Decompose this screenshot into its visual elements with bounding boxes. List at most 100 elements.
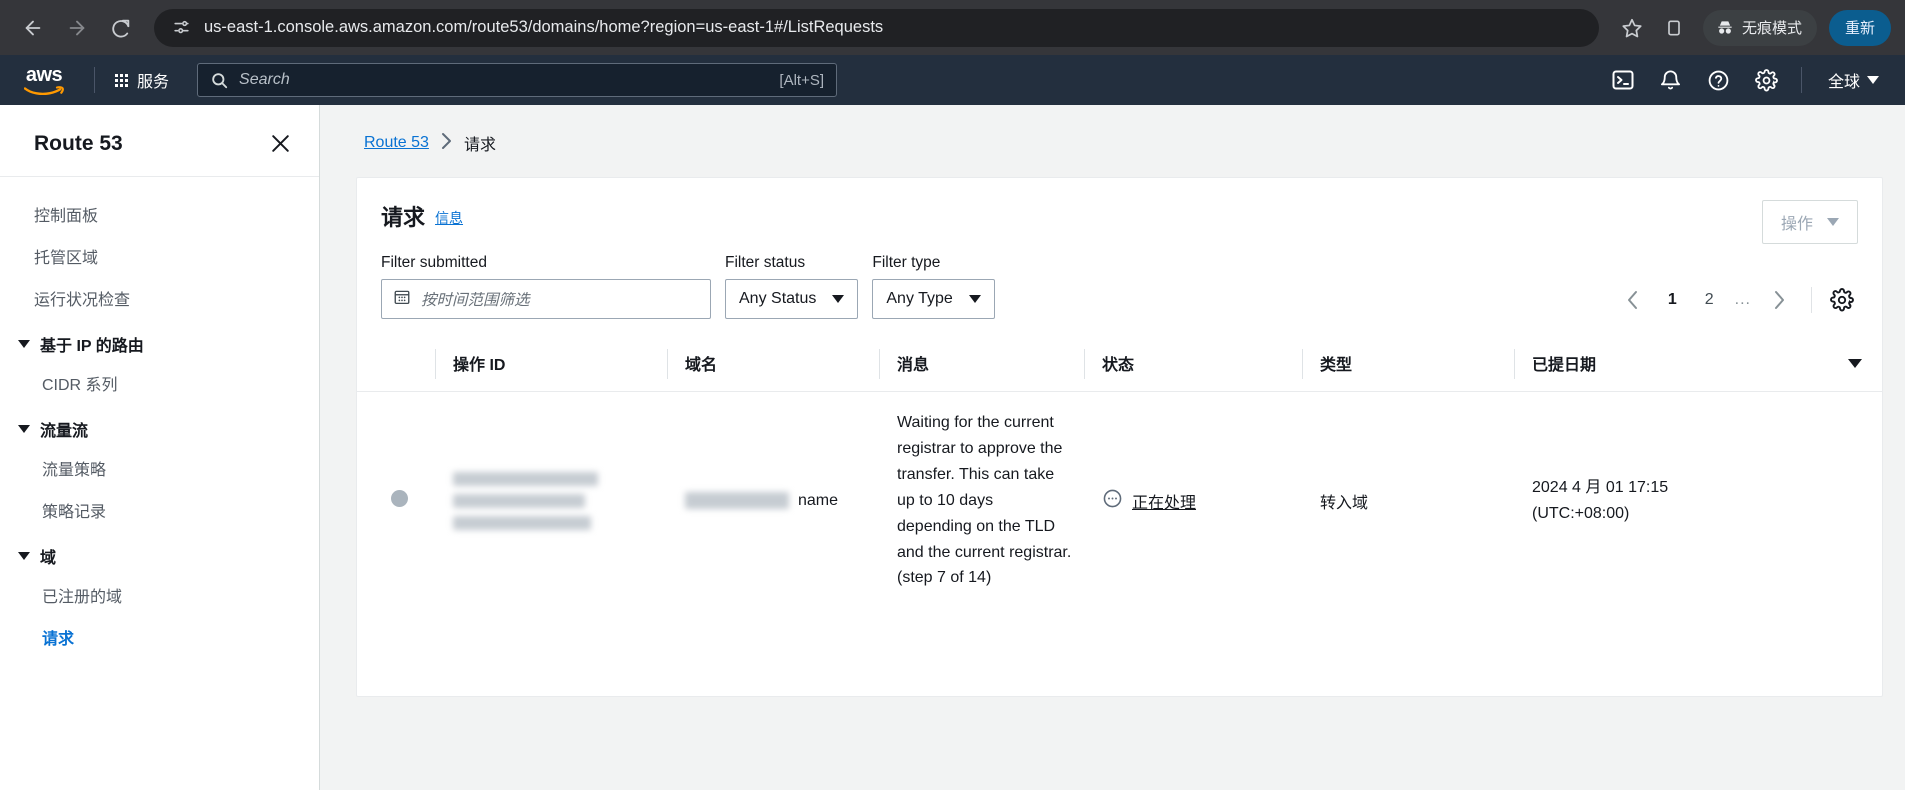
th-submitted-date-label: 已提日期 bbox=[1532, 357, 1597, 374]
panel-header: 请求 信息 操作 bbox=[357, 178, 1882, 244]
services-label: 服务 bbox=[137, 74, 170, 91]
sidebar-item-health-checks[interactable]: 运行状况检查 bbox=[0, 277, 319, 319]
th-type[interactable]: 类型 bbox=[1302, 337, 1514, 392]
route53-sidebar: Route 53 控制面板 托管区域 运行状况检查 基于 IP 的路由 CIDR… bbox=[0, 105, 320, 790]
aws-logo-text: aws bbox=[25, 63, 63, 86]
cloudshell-icon[interactable] bbox=[1601, 60, 1645, 100]
incognito-badge[interactable]: 无痕模式 bbox=[1702, 9, 1817, 46]
close-icon[interactable] bbox=[268, 131, 293, 156]
filter-status-value: Any Status bbox=[739, 290, 817, 307]
search-placeholder: Search bbox=[239, 71, 290, 88]
url-text: us-east-1.console.aws.amazon.com/route53… bbox=[204, 18, 884, 36]
table-preferences-gear-icon[interactable] bbox=[1826, 284, 1858, 316]
chevron-down-icon bbox=[968, 295, 981, 303]
table-header: 操作 ID 域名 消息 状态 类型 已提日期 bbox=[357, 337, 1882, 392]
aws-smile-icon bbox=[24, 85, 64, 95]
caret-down-icon bbox=[18, 552, 30, 560]
row-select-radio[interactable] bbox=[357, 392, 435, 610]
sidebar-group-label: 流量流 bbox=[40, 423, 89, 440]
radio-icon bbox=[390, 489, 408, 507]
browser-actions: 无痕模式 重新 bbox=[1613, 9, 1891, 47]
search-icon bbox=[210, 71, 229, 90]
pagination-prev-icon[interactable] bbox=[1615, 283, 1651, 317]
cell-type: 转入域 bbox=[1320, 494, 1369, 512]
header-divider bbox=[94, 67, 95, 93]
status-badge: 正在处理 bbox=[1132, 494, 1197, 512]
th-operation-id[interactable]: 操作 ID bbox=[435, 337, 667, 392]
page-body: Route 53 控制面板 托管区域 运行状况检查 基于 IP 的路由 CIDR… bbox=[0, 105, 1905, 790]
th-status[interactable]: 状态 bbox=[1084, 337, 1302, 392]
side-panel-icon[interactable] bbox=[1655, 9, 1693, 47]
region-label: 全球 bbox=[1827, 74, 1860, 91]
sidebar-item-registered-domains[interactable]: 已注册的域 bbox=[0, 574, 319, 616]
back-button[interactable] bbox=[14, 9, 52, 47]
filter-submitted-placeholder: 按时间范围筛选 bbox=[421, 292, 530, 309]
sort-descending-icon bbox=[1848, 358, 1862, 368]
breadcrumb-separator-icon bbox=[440, 132, 453, 155]
filter-submitted-input[interactable]: 按时间范围筛选 bbox=[381, 279, 711, 319]
sidebar-item-hosted-zones[interactable]: 托管区域 bbox=[0, 235, 319, 277]
incognito-label: 无痕模式 bbox=[1741, 20, 1802, 37]
search-shortcut: [Alt+S] bbox=[779, 71, 825, 89]
grid-icon bbox=[115, 73, 128, 87]
filter-type-select[interactable]: Any Type bbox=[872, 279, 995, 319]
cell-message: Waiting for the current registrar to app… bbox=[897, 414, 1072, 587]
bookmark-star-icon[interactable] bbox=[1613, 9, 1651, 47]
filter-type-label: Filter type bbox=[872, 254, 941, 271]
th-select bbox=[357, 337, 435, 392]
cell-submitted-date: 2024 4 月 01 17:15 (UTC:+08:00) bbox=[1514, 392, 1882, 610]
sidebar-group-ip-routing[interactable]: 基于 IP 的路由 bbox=[0, 319, 319, 362]
status-pending-icon bbox=[1102, 488, 1123, 514]
pagination-page-1[interactable]: 1 bbox=[1657, 286, 1688, 314]
page-title: 请求 bbox=[381, 205, 426, 230]
submitted-date-line1: 2024 4 月 01 17:15 bbox=[1532, 479, 1669, 497]
pagination: 1 2 ... bbox=[1615, 283, 1858, 319]
help-icon[interactable] bbox=[1697, 60, 1741, 100]
filter-submitted-label: Filter submitted bbox=[381, 254, 487, 271]
calendar-icon bbox=[393, 288, 411, 311]
forward-button[interactable] bbox=[58, 9, 96, 47]
browser-toolbar: us-east-1.console.aws.amazon.com/route53… bbox=[0, 0, 1905, 55]
notifications-bell-icon[interactable] bbox=[1649, 60, 1693, 100]
sidebar-group-domains[interactable]: 域 bbox=[0, 531, 319, 574]
header-divider-2 bbox=[1800, 67, 1802, 93]
th-submitted-date[interactable]: 已提日期 bbox=[1514, 337, 1882, 392]
sidebar-item-policy-records[interactable]: 策略记录 bbox=[0, 489, 319, 531]
reload-button[interactable] bbox=[102, 9, 140, 47]
sidebar-nav: 控制面板 托管区域 运行状况检查 基于 IP 的路由 CIDR 系列 流量流 流… bbox=[0, 177, 319, 658]
filter-type-value: Any Type bbox=[886, 290, 953, 307]
filter-status-label: Filter status bbox=[725, 254, 806, 271]
cell-operation-id bbox=[435, 392, 667, 610]
main-content: Route 53 请求 请求 信息 操作 Filter submitted 按时… bbox=[320, 105, 1905, 790]
region-selector[interactable]: 全球 bbox=[1814, 61, 1889, 99]
sidebar-item-traffic-policies[interactable]: 流量策略 bbox=[0, 447, 319, 489]
redacted-operation-id bbox=[453, 471, 655, 530]
filter-status-select[interactable]: Any Status bbox=[725, 279, 859, 319]
pagination-next-icon[interactable] bbox=[1761, 283, 1797, 317]
sidebar-group-traffic-flow[interactable]: 流量流 bbox=[0, 404, 319, 447]
th-message[interactable]: 消息 bbox=[879, 337, 1084, 392]
sidebar-header: Route 53 bbox=[0, 109, 319, 177]
redacted-domain-name bbox=[685, 492, 789, 510]
sidebar-item-dashboard[interactable]: 控制面板 bbox=[0, 193, 319, 235]
services-menu-button[interactable]: 服务 bbox=[103, 61, 181, 99]
address-bar[interactable]: us-east-1.console.aws.amazon.com/route53… bbox=[154, 8, 1599, 47]
chevron-down-icon bbox=[832, 295, 845, 303]
update-button[interactable]: 重新 bbox=[1828, 9, 1891, 46]
info-link[interactable]: 信息 bbox=[435, 200, 463, 228]
actions-dropdown-button[interactable]: 操作 bbox=[1761, 200, 1858, 244]
settings-gear-icon[interactable] bbox=[1745, 60, 1789, 100]
table-row[interactable]: name Waiting for the current registrar t… bbox=[357, 392, 1882, 610]
caret-down-icon bbox=[18, 340, 30, 348]
sidebar-item-cidr-collections[interactable]: CIDR 系列 bbox=[0, 362, 319, 404]
aws-logo[interactable]: aws bbox=[16, 63, 72, 95]
breadcrumb-root-link[interactable]: Route 53 bbox=[364, 134, 429, 152]
th-domain-name[interactable]: 域名 bbox=[667, 337, 879, 392]
site-settings-icon[interactable] bbox=[168, 15, 194, 41]
cell-status: 正在处理 bbox=[1084, 392, 1302, 610]
pagination-page-2[interactable]: 2 bbox=[1694, 286, 1725, 314]
sidebar-item-requests[interactable]: 请求 bbox=[0, 616, 319, 658]
domain-name-suffix: name bbox=[798, 491, 839, 509]
console-search-input[interactable]: Search [Alt+S] bbox=[197, 63, 838, 97]
sidebar-group-label: 域 bbox=[40, 550, 57, 567]
